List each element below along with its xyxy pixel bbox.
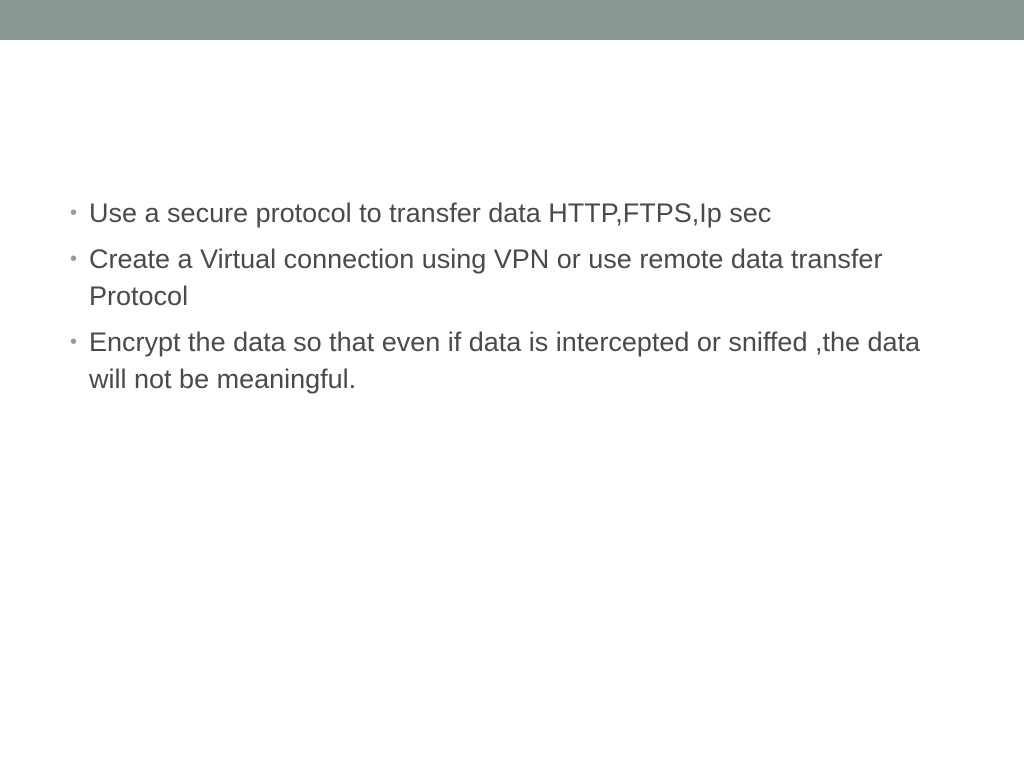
slide-content: • Use a secure protocol to transfer data… — [0, 40, 1024, 397]
bullet-list: • Use a secure protocol to transfer data… — [70, 195, 954, 397]
bullet-icon: • — [70, 241, 77, 277]
bullet-icon: • — [70, 195, 77, 231]
bullet-text: Encrypt the data so that even if data is… — [89, 324, 954, 397]
bullet-icon: • — [70, 324, 77, 360]
header-bar — [0, 0, 1024, 40]
list-item: • Use a secure protocol to transfer data… — [70, 195, 954, 231]
list-item: • Create a Virtual connection using VPN … — [70, 241, 954, 314]
bullet-text: Use a secure protocol to transfer data H… — [89, 195, 771, 231]
bullet-text: Create a Virtual connection using VPN or… — [89, 241, 954, 314]
list-item: • Encrypt the data so that even if data … — [70, 324, 954, 397]
